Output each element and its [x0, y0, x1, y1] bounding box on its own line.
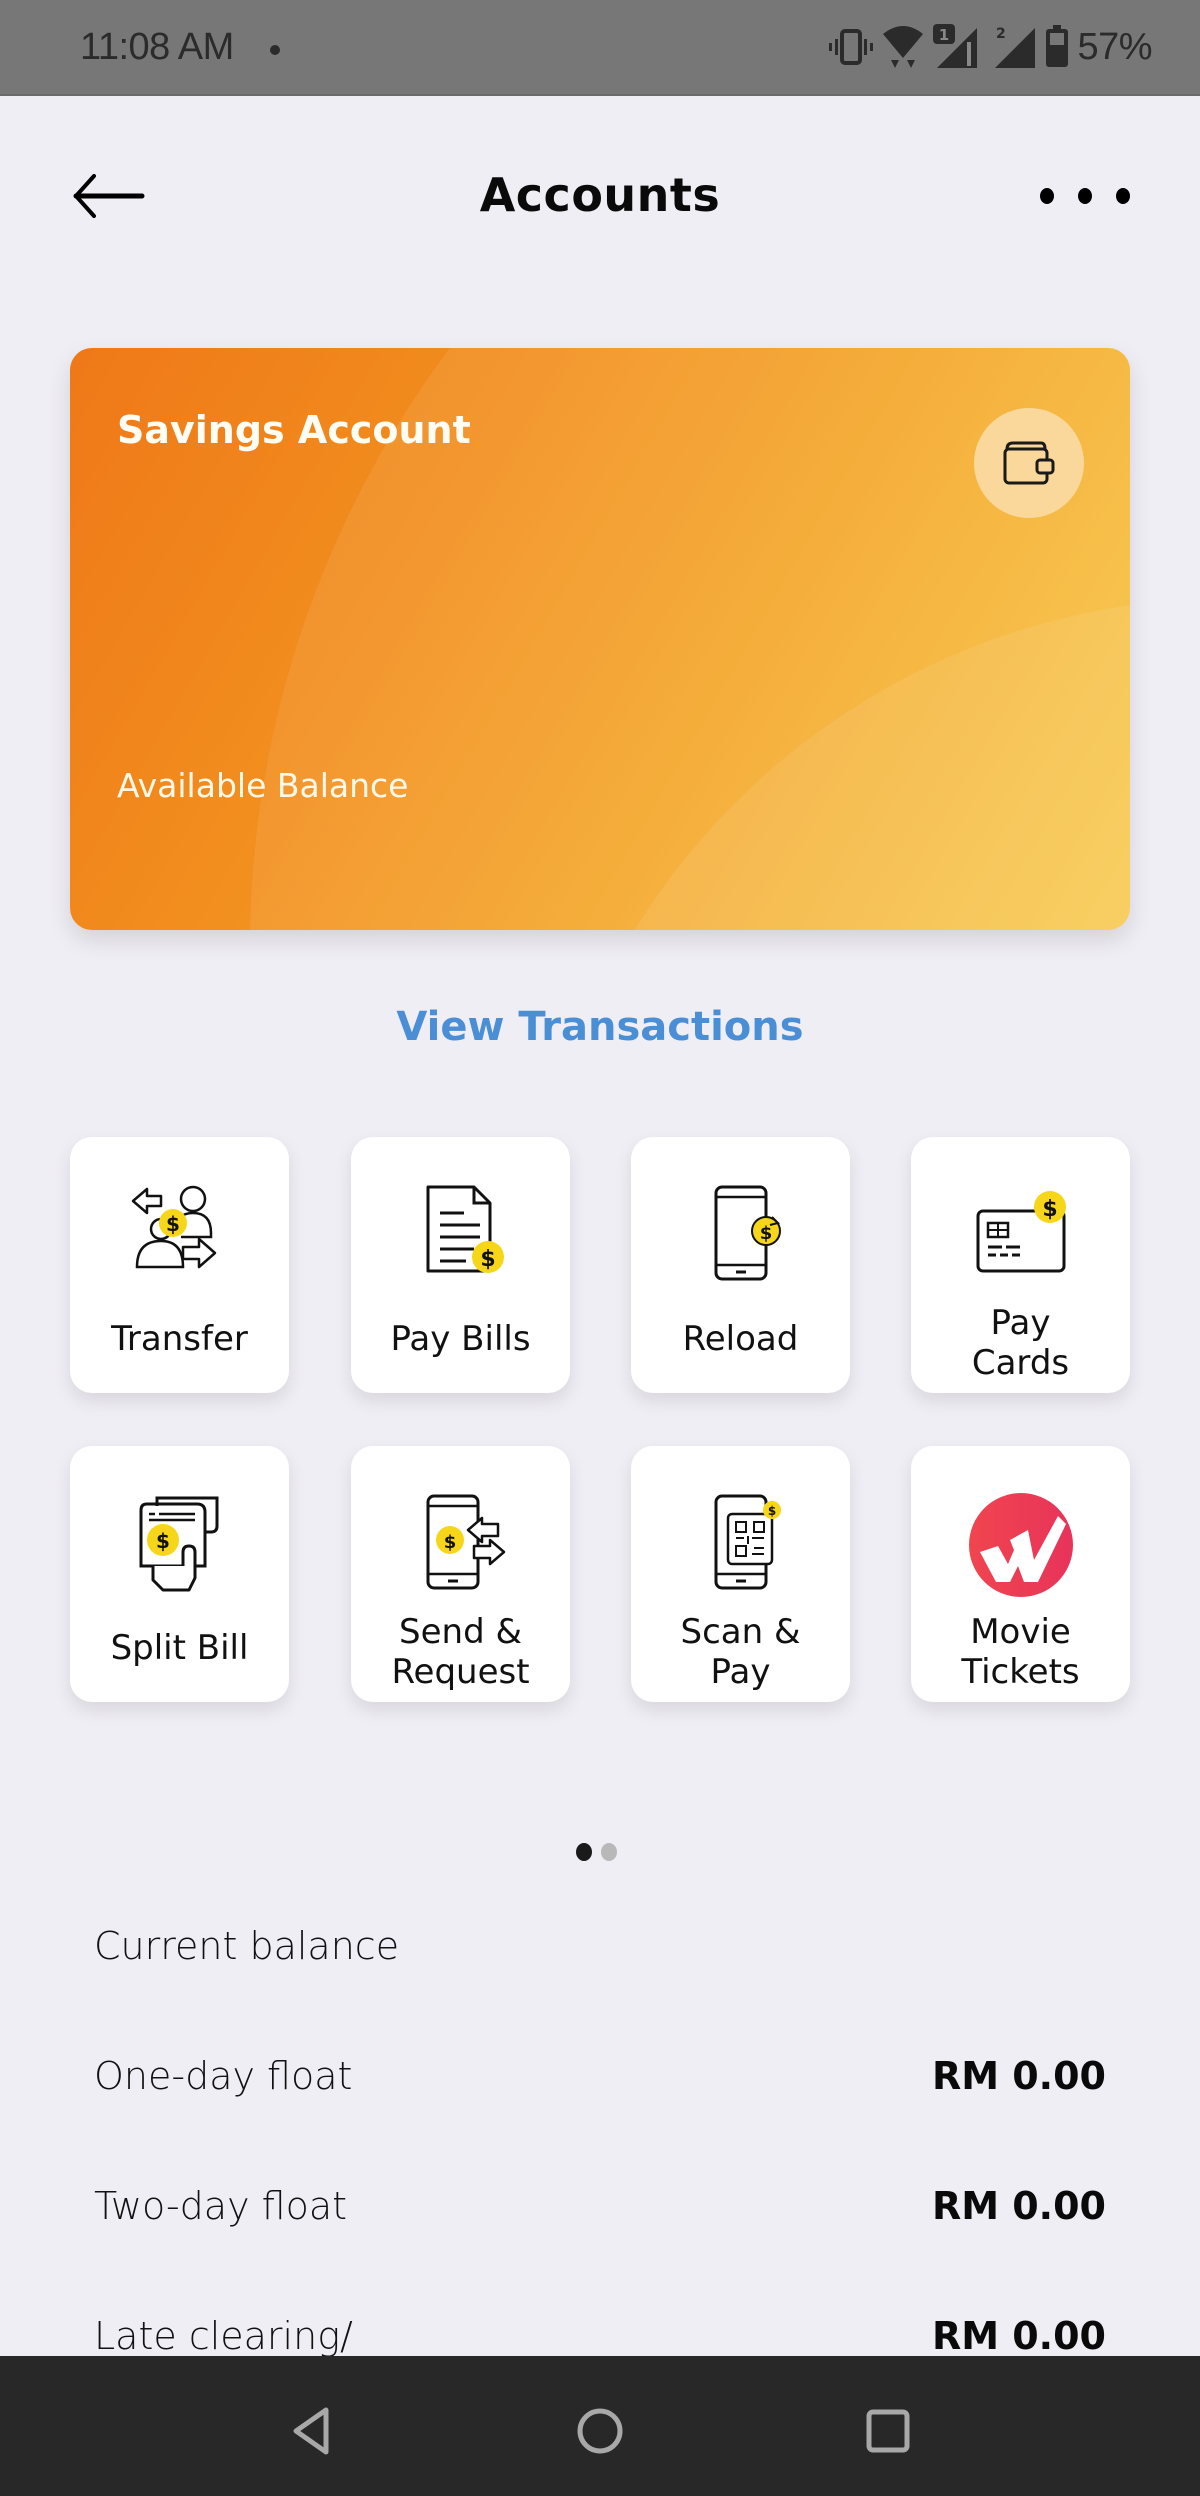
page-dot-active[interactable] — [576, 1843, 592, 1861]
credit-card-icon: $ — [976, 1191, 1066, 1273]
status-bar: 11:08 AM 1 2 57% — [0, 0, 1200, 96]
wallet-icon — [1003, 441, 1055, 485]
balance-label: Late clearing/ — [94, 2314, 353, 2358]
action-pay-cards[interactable]: $ Pay Cards — [911, 1137, 1130, 1393]
vibrate-icon — [829, 29, 874, 65]
nav-recents-icon — [866, 2409, 910, 2453]
svg-text:$: $ — [1042, 1197, 1057, 1222]
action-scan-pay[interactable]: $ Scan & Pay — [631, 1446, 850, 1702]
carousel-page-indicator — [576, 1843, 617, 1861]
action-split-bill[interactable]: $ Split Bill — [70, 1446, 289, 1702]
action-label: Pay Bills — [390, 1319, 531, 1359]
more-dot-icon — [1116, 188, 1130, 204]
action-transfer[interactable]: $ Transfer — [70, 1137, 289, 1393]
balance-row-current: Current balance — [94, 1924, 1106, 1984]
more-options-button[interactable] — [1040, 176, 1130, 216]
action-label-line: Pay — [710, 1652, 771, 1692]
balance-label: One-day float — [94, 2054, 353, 2098]
sim2-label: 2 — [996, 26, 1006, 42]
split-bill-icon: $ — [139, 1496, 218, 1592]
balance-value: RM 0.00 — [931, 2314, 1106, 2358]
status-time: 11:08 AM — [80, 26, 234, 68]
more-dot-icon — [1040, 188, 1054, 204]
nav-back-icon — [293, 2407, 329, 2455]
action-label-line: Send & — [399, 1612, 522, 1652]
balance-value: RM 0.00 — [931, 2054, 1106, 2098]
wifi-icon — [883, 26, 924, 68]
app-header: Accounts — [0, 96, 1200, 296]
view-transactions-link[interactable]: View Transactions — [0, 1004, 1200, 1050]
wallet-badge — [974, 408, 1084, 518]
action-label: Transfer — [111, 1319, 248, 1359]
action-send-request[interactable]: $ Send & Request — [351, 1446, 570, 1702]
nav-home-button[interactable] — [560, 2396, 640, 2466]
battery-percent: 57% — [1077, 25, 1152, 68]
svg-text:$: $ — [759, 1223, 772, 1244]
movie-tickets-logo-icon — [968, 1493, 1073, 1597]
bill-icon: $ — [426, 1185, 504, 1273]
action-label: Movie Tickets — [911, 1612, 1130, 1692]
notification-dot-icon — [270, 45, 280, 55]
action-label-line: Cards — [971, 1343, 1070, 1383]
action-label-line: Tickets — [961, 1652, 1080, 1692]
savings-account-card[interactable]: Savings Account Available Balance — [70, 348, 1130, 930]
nav-back-button[interactable] — [272, 2396, 352, 2466]
signal-sim1-icon: 1 — [933, 24, 978, 68]
page-title: Accounts — [479, 168, 721, 222]
action-label: Pay Cards — [911, 1303, 1130, 1383]
svg-text:$: $ — [767, 1504, 775, 1518]
battery-icon — [1046, 25, 1069, 67]
action-label-line: Request — [391, 1652, 530, 1692]
balance-label: Two-day float — [94, 2184, 348, 2228]
nav-home-icon — [577, 2408, 623, 2454]
sim1-label: 1 — [939, 26, 949, 44]
available-balance-label: Available Balance — [117, 766, 409, 805]
phone-reload-icon: $ — [714, 1185, 781, 1281]
svg-text:$: $ — [166, 1212, 180, 1236]
action-label: Split Bill — [110, 1628, 249, 1668]
balance-row-one-day-float: One-day float RM 0.00 — [94, 2054, 1106, 2114]
action-reload[interactable]: $ Reload — [631, 1137, 850, 1393]
more-dot-icon — [1078, 188, 1092, 204]
action-label-line: Pay — [990, 1303, 1051, 1343]
balance-row-two-day-float: Two-day float RM 0.00 — [94, 2184, 1106, 2244]
action-label: Send & Request — [351, 1612, 570, 1692]
status-icons: 1 2 57% — [829, 22, 1152, 72]
signal-sim2-icon: 2 — [995, 26, 1036, 68]
action-label-line: Movie — [970, 1612, 1071, 1652]
svg-text:$: $ — [480, 1247, 495, 1272]
page-dot-inactive[interactable] — [601, 1843, 617, 1861]
system-nav-bar — [0, 2356, 1200, 2496]
send-request-icon: $ — [426, 1494, 505, 1590]
transfer-icon: $ — [131, 1185, 216, 1269]
action-movie-tickets[interactable]: Movie Tickets — [911, 1446, 1130, 1702]
nav-recents-button[interactable] — [848, 2396, 928, 2466]
balance-value: RM 0.00 — [931, 2184, 1106, 2228]
balance-label: Current balance — [94, 1924, 400, 1968]
account-type-title: Savings Account — [117, 408, 471, 452]
action-pay-bills[interactable]: $ Pay Bills — [351, 1137, 570, 1393]
action-label: Scan & Pay — [631, 1612, 850, 1692]
action-label: Reload — [682, 1319, 799, 1359]
action-label-line: Scan & — [680, 1612, 801, 1652]
svg-text:$: $ — [443, 1532, 456, 1553]
svg-text:$: $ — [156, 1529, 170, 1553]
qr-scan-icon: $ — [714, 1494, 781, 1590]
